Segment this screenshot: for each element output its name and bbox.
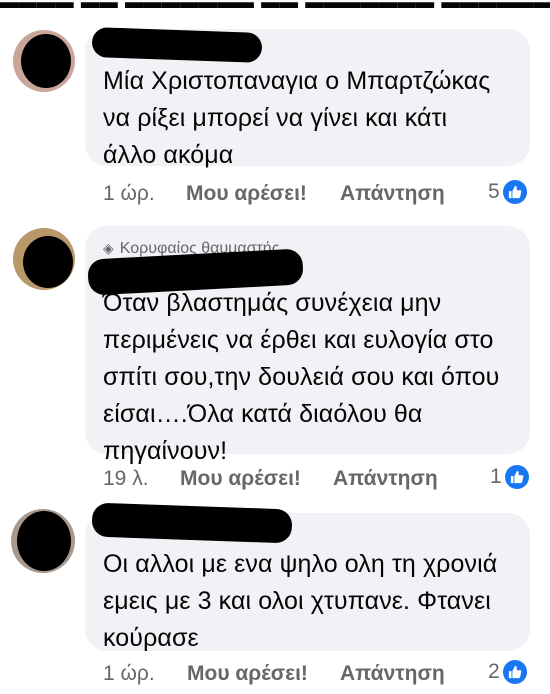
avatar[interactable] [13,30,75,92]
diamond-badge-icon: ◈ [103,240,114,256]
like-button[interactable]: Μου αρέσει! [187,662,308,686]
comment-time[interactable]: 19 λ. [103,467,149,491]
comment-text-line: εμεις με 3 και ολοι χτυπανε. Φτανει [103,587,491,615]
reaction-count: 5 [488,180,500,203]
comment-text: Όταν βλαστημάς συνέχεια μην περιμένεις ν… [103,285,499,470]
redacted-author-name[interactable] [91,502,293,544]
reply-button[interactable]: Απάντηση [333,467,438,491]
comment-text-line: Μία Χριστοπαναγια ο Μπαρτζώκας [103,67,491,95]
like-thumb-icon [504,465,529,489]
comment-text-line: είσαι….Όλα κατά διαόλου θα [103,400,423,428]
cropped-previous-text: ▄▄▄▄ ▄▄ ▄▄▄▄▄▄▄ ▄▄ ▄▄▄▄▄▄▄ ▄▄▄▄▄▄▄▄ [0,0,550,8]
comment-text-line: Όταν βλαστημάς συνέχεια μην [103,289,442,317]
comment-time[interactable]: 1 ώρ. [103,182,155,206]
like-button[interactable]: Μου αρέσει! [180,467,301,491]
comment-time[interactable]: 1 ώρ. [103,662,155,686]
reaction-summary[interactable]: 5 [488,180,527,204]
comment-text: Οι αλλοι με ενα ψηλο ολη τη χρονιά εμεις… [103,546,497,657]
comment-text-line: Οι αλλοι με ενα ψηλο ολη τη χρονιά [103,550,498,578]
comment-text-line: άλλο ακόμα [103,141,234,169]
comment-text: Μία Χριστοπαναγια ο Μπαρτζώκας να ρίξει … [103,63,490,174]
reaction-count: 1 [490,465,502,488]
comment-text-line: να ρίξει μπορεί να γίνει και κάτι [103,104,448,132]
comment-text-line: περιμένεις να έρθει και ευλογία στο [103,326,494,354]
like-thumb-icon [502,180,527,204]
avatar[interactable] [13,228,75,290]
avatar[interactable] [11,509,75,573]
reaction-summary[interactable]: 2 [488,660,527,684]
reply-button[interactable]: Απάντηση [340,662,445,686]
comment-text-line: πηγαίνουν! [103,437,228,465]
comment-text-line: σπίτι σου,την δουλειά σου και όπου [103,363,500,391]
reaction-count: 2 [488,660,500,683]
like-thumb-icon [502,660,527,684]
redacted-author-name[interactable] [91,27,263,63]
comment-text-line: κούρασε [103,624,199,652]
like-button[interactable]: Μου αρέσει! [186,182,307,206]
reaction-summary[interactable]: 1 [490,465,529,489]
reply-button[interactable]: Απάντηση [340,182,445,206]
